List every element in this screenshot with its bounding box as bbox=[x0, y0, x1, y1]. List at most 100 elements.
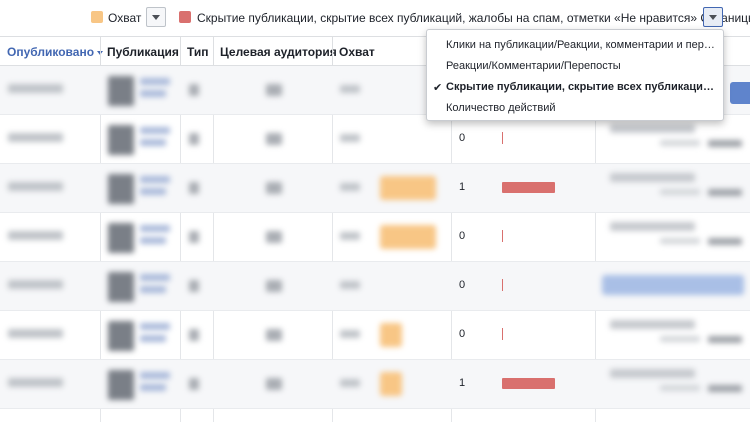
post-subtitle-blurred bbox=[140, 237, 166, 244]
reach-value-blurred bbox=[340, 85, 360, 93]
post-type-icon bbox=[189, 231, 199, 243]
negative-metric-dropdown-button[interactable] bbox=[703, 7, 723, 27]
negative-feedback-value: 0 bbox=[459, 328, 466, 340]
post-title-blurred bbox=[140, 127, 170, 134]
post-title-blurred bbox=[140, 323, 170, 330]
post-type-icon bbox=[189, 133, 199, 145]
audience-icon bbox=[266, 231, 282, 243]
reach-metric-dropdown-button[interactable] bbox=[146, 7, 166, 27]
boost-info-blurred bbox=[610, 173, 695, 182]
table-row[interactable]: 0 bbox=[0, 262, 750, 311]
metric-dropdown-menu: Клики на публикации/Реакции, комментарии… bbox=[426, 29, 724, 121]
negative-feedback-value: 1 bbox=[459, 181, 466, 193]
negative-feedback-bar bbox=[502, 132, 503, 144]
post-subtitle-blurred bbox=[140, 286, 166, 293]
post-type-icon bbox=[189, 378, 199, 390]
menu-item-clicks-reactions[interactable]: Клики на публикации/Реакции, комментарии… bbox=[427, 35, 723, 56]
boost-info-blurred bbox=[708, 238, 742, 245]
audience-icon bbox=[266, 133, 282, 145]
boost-info-blurred bbox=[660, 140, 700, 146]
reach-bar bbox=[380, 372, 402, 396]
menu-item-reactions-comments-shares[interactable]: Реакции/Комментарии/Перепосты bbox=[427, 56, 723, 77]
table-row[interactable]: 0 bbox=[0, 311, 750, 360]
reach-value-blurred bbox=[340, 134, 360, 142]
boost-info-blurred bbox=[660, 385, 700, 391]
post-thumbnail-blurred bbox=[108, 223, 134, 253]
post-type-icon bbox=[189, 280, 199, 292]
reach-value-blurred bbox=[340, 183, 360, 191]
negative-feedback-bar bbox=[502, 279, 503, 291]
post-type-icon bbox=[189, 182, 199, 194]
column-header-type[interactable]: Тип bbox=[187, 45, 209, 59]
checkmark-icon: ✔ bbox=[433, 82, 443, 94]
post-thumbnail-blurred bbox=[108, 370, 134, 400]
table-row[interactable]: 1 bbox=[0, 164, 750, 213]
post-title-blurred bbox=[140, 225, 170, 232]
negative-feedback-value: 0 bbox=[459, 279, 466, 291]
negative-feedback-value: 0 bbox=[459, 230, 466, 242]
post-thumbnail-blurred bbox=[108, 321, 134, 351]
post-title-blurred bbox=[140, 372, 170, 379]
reach-bar bbox=[380, 225, 436, 249]
post-title-blurred bbox=[140, 176, 170, 183]
reach-bar bbox=[380, 176, 436, 200]
post-thumbnail-blurred bbox=[108, 174, 134, 204]
reach-bar bbox=[380, 323, 402, 347]
boost-info-blurred bbox=[610, 320, 695, 329]
post-subtitle-blurred bbox=[140, 90, 166, 97]
published-date-blurred bbox=[8, 378, 63, 387]
published-date-blurred bbox=[8, 182, 63, 191]
menu-item-hide-spam-unlike[interactable]: ✔ Скрытие публикации, скрытие всех публи… bbox=[427, 77, 723, 98]
post-title-blurred bbox=[140, 78, 170, 85]
post-title-blurred bbox=[140, 274, 170, 281]
boost-info-blurred bbox=[708, 140, 742, 147]
negative-feedback-bar bbox=[502, 182, 555, 193]
boost-info-blurred bbox=[708, 336, 742, 343]
published-date-blurred bbox=[8, 231, 63, 240]
negative-feedback-value: 0 bbox=[459, 132, 466, 144]
post-subtitle-blurred bbox=[140, 384, 166, 391]
audience-icon bbox=[266, 84, 282, 96]
chevron-down-icon bbox=[709, 15, 717, 20]
column-header-audience[interactable]: Целевая аудитория bbox=[220, 45, 337, 59]
boost-info-blurred bbox=[708, 385, 742, 392]
post-subtitle-blurred bbox=[140, 188, 166, 195]
post-thumbnail-blurred bbox=[108, 272, 134, 302]
post-type-icon bbox=[189, 329, 199, 341]
reach-value-blurred bbox=[340, 281, 360, 289]
reach-value-blurred bbox=[340, 379, 360, 387]
reach-value-blurred bbox=[340, 232, 360, 240]
table-row[interactable]: 0 bbox=[0, 115, 750, 164]
column-header-reach[interactable]: Охват bbox=[339, 45, 375, 59]
audience-icon bbox=[266, 378, 282, 390]
boost-button-partial[interactable] bbox=[730, 82, 750, 104]
reach-legend-label: Охват bbox=[108, 11, 142, 25]
negative-feedback-bar bbox=[502, 378, 555, 389]
post-thumbnail-blurred bbox=[108, 125, 134, 155]
reach-value-blurred bbox=[340, 330, 360, 338]
negative-feedback-value: 1 bbox=[459, 377, 466, 389]
audience-icon bbox=[266, 329, 282, 341]
table-row[interactable]: 1 bbox=[0, 360, 750, 409]
negative-legend-label: Скрытие публикации, скрытие всех публика… bbox=[197, 11, 750, 25]
boost-info-blurred bbox=[660, 336, 700, 342]
published-date-blurred bbox=[8, 280, 63, 289]
post-thumbnail-blurred bbox=[108, 76, 134, 106]
table-row[interactable]: 0 bbox=[0, 213, 750, 262]
published-date-blurred bbox=[8, 84, 63, 93]
post-subtitle-blurred bbox=[140, 335, 166, 342]
column-header-published[interactable]: Опубликовано bbox=[7, 45, 104, 59]
column-header-post[interactable]: Публикация bbox=[107, 45, 179, 59]
boost-info-blurred bbox=[610, 222, 695, 231]
audience-icon bbox=[266, 280, 282, 292]
boost-info-blurred bbox=[610, 369, 695, 378]
audience-icon bbox=[266, 182, 282, 194]
published-date-blurred bbox=[8, 133, 63, 142]
post-subtitle-blurred bbox=[140, 139, 166, 146]
post-type-icon bbox=[189, 84, 199, 96]
chevron-down-icon bbox=[152, 15, 160, 20]
boost-info-blurred bbox=[708, 189, 742, 196]
published-date-blurred bbox=[8, 329, 63, 338]
menu-item-action-count[interactable]: Количество действий bbox=[427, 98, 723, 119]
boost-post-button-blurred[interactable] bbox=[602, 275, 744, 295]
